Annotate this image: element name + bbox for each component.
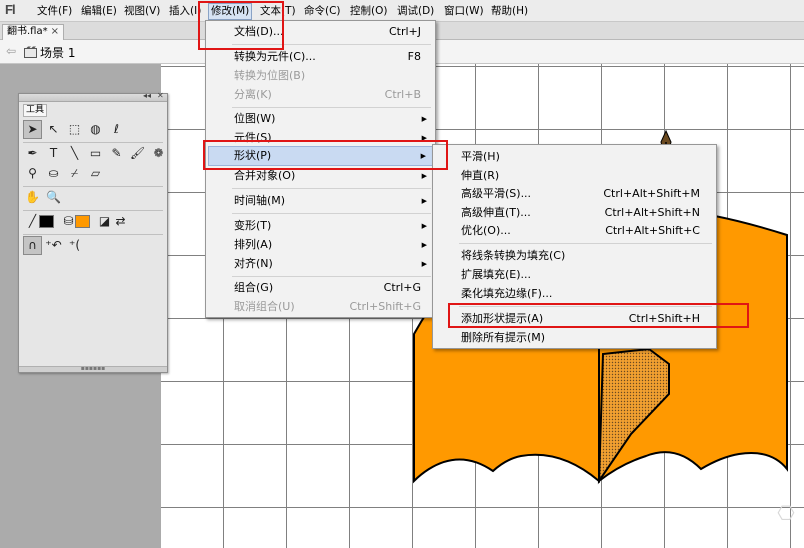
lasso-tool-icon[interactable]: ℓ — [107, 120, 126, 139]
menu-item-remove-all-hints[interactable]: 删除所有提示(M) — [461, 329, 700, 347]
swap-colors-icon[interactable]: ⇄ — [111, 212, 130, 231]
menu-item-break-apart[interactable]: 分离(K) Ctrl+B — [234, 86, 421, 104]
menu-item-expand-fill[interactable]: 扩展填充(E)... — [461, 266, 700, 284]
menu-item-smooth[interactable]: 平滑(H) — [461, 148, 700, 166]
tools-panel-header[interactable]: ◂◂ ✕ — [19, 91, 167, 102]
snap-to-objects-icon[interactable]: ∩ — [23, 236, 42, 255]
selection-tool-icon[interactable]: ➤ — [23, 120, 42, 139]
menu-item-soften-fill-edges[interactable]: 柔化填充边缘(F)... — [461, 285, 700, 303]
menu-item-add-shape-hint[interactable]: 添加形状提示(A) Ctrl+Shift+H — [461, 310, 700, 328]
eraser-tool-icon[interactable]: ▱ — [86, 164, 105, 183]
flash-logo: Fl — [5, 2, 16, 17]
smooth-icon[interactable]: ⁺↶ — [44, 236, 63, 255]
menu-item-document[interactable]: 文档(D)... Ctrl+J — [234, 23, 421, 41]
free-transform-tool-icon[interactable]: ⬚ — [65, 120, 84, 139]
hand-tool-icon[interactable]: ✋ — [23, 188, 42, 207]
menu-file[interactable]: 文件(F) — [37, 3, 72, 20]
menu-control[interactable]: 控制(O) — [350, 3, 387, 20]
text-tool-icon[interactable]: T — [44, 144, 63, 163]
line-tool-icon[interactable]: ╲ — [65, 144, 84, 163]
back-arrow-icon[interactable]: ⇦ — [6, 44, 16, 58]
eyedropper-tool-icon[interactable]: ⌿ — [65, 164, 84, 183]
resize-grip-icon[interactable]: ▪▪▪▪▪▪ — [19, 366, 167, 372]
shape-submenu: 平滑(H) 伸直(R) 高级平滑(S)... Ctrl+Alt+Shift+M 高… — [432, 144, 717, 349]
menu-item-combine-objects[interactable]: 合并对象(O) ▶ — [234, 167, 427, 185]
close-icon[interactable]: ✕ — [157, 91, 164, 100]
menu-item-timeline[interactable]: 时间轴(M) ▶ — [234, 192, 427, 210]
menu-item-align[interactable]: 对齐(N) ▶ — [234, 255, 427, 273]
watermark-icon: ⎔ — [777, 501, 795, 525]
document-tab-label: 翻书.fla* — [7, 26, 48, 37]
collapse-icon[interactable]: ◂◂ — [143, 91, 151, 100]
scene-label[interactable]: 场景 1 — [40, 44, 75, 61]
menu-item-transform[interactable]: 变形(T) ▶ — [234, 217, 427, 235]
menu-window[interactable]: 窗口(W) — [444, 3, 484, 20]
menu-item-convert-to-symbol[interactable]: 转换为元件(C)... F8 — [234, 48, 421, 66]
pen-tool-icon[interactable]: ✒ — [23, 144, 42, 163]
brush-tool-icon[interactable]: 🖌 — [128, 144, 147, 163]
menu-item-optimize[interactable]: 优化(O)... Ctrl+Alt+Shift+C — [461, 222, 700, 240]
subselection-tool-icon[interactable]: ↖ — [44, 120, 63, 139]
menu-item-symbol[interactable]: 元件(S) ▶ — [234, 129, 427, 147]
menu-item-bitmap[interactable]: 位图(W) ▶ — [234, 110, 427, 128]
straighten-icon[interactable]: ⁺( — [65, 236, 84, 255]
fill-color-swatch[interactable] — [75, 212, 91, 231]
menu-debug[interactable]: 调试(D) — [397, 3, 434, 20]
deco-tool-icon[interactable]: ❁ — [149, 144, 168, 163]
menu-item-shape[interactable]: 形状(P) ▶ — [208, 146, 433, 166]
menu-modify[interactable]: 修改(M) — [208, 3, 253, 20]
menu-item-convert-lines-to-fills[interactable]: 将线条转换为填充(C) — [461, 247, 700, 265]
zoom-tool-icon[interactable]: 🔍 — [44, 188, 63, 207]
menu-insert[interactable]: 插入(I) — [169, 3, 201, 20]
rectangle-tool-icon[interactable]: ▭ — [86, 144, 105, 163]
menu-item-group[interactable]: 组合(G) Ctrl+G — [234, 279, 421, 297]
scene-icon — [24, 46, 37, 58]
bone-tool-icon[interactable]: ⚲ — [23, 164, 42, 183]
menu-item-straighten[interactable]: 伸直(R) — [461, 167, 700, 185]
stroke-color-swatch[interactable] — [39, 212, 55, 231]
paint-bucket-tool-icon[interactable]: ⛀ — [44, 164, 63, 183]
modify-menu: 文档(D)... Ctrl+J 转换为元件(C)... F8 转换为位图(B) 分离… — [205, 20, 436, 318]
close-icon[interactable]: × — [51, 25, 59, 39]
menu-item-ungroup[interactable]: 取消组合(U) Ctrl+Shift+G — [234, 298, 421, 316]
menu-text[interactable]: 文本(T) — [260, 3, 296, 20]
3d-rotation-tool-icon[interactable]: ◍ — [86, 120, 105, 139]
menu-item-advanced-smooth[interactable]: 高级平滑(S)... Ctrl+Alt+Shift+M — [461, 185, 700, 203]
menu-help[interactable]: 帮助(H) — [491, 3, 528, 20]
tools-panel-title: 工具 — [23, 104, 47, 117]
menu-edit[interactable]: 编辑(E) — [81, 3, 117, 20]
menu-bar: Fl 文件(F) 编辑(E) 视图(V) 插入(I) 修改(M) 文本(T) 命… — [0, 0, 804, 22]
menu-commands[interactable]: 命令(C) — [304, 3, 341, 20]
menu-item-convert-to-bitmap[interactable]: 转换为位图(B) — [234, 67, 421, 85]
tools-panel[interactable]: ◂◂ ✕ 工具 ➤ ↖ ⬚ ◍ ℓ ✒ T ╲ ▭ ✎ 🖌 ❁ ⚲ ⛀ ⌿ ▱ … — [18, 91, 168, 373]
document-tab[interactable]: 翻书.fla* × — [2, 24, 64, 40]
pencil-tool-icon[interactable]: ✎ — [107, 144, 126, 163]
menu-item-advanced-straighten[interactable]: 高级伸直(T)... Ctrl+Alt+Shift+N — [461, 204, 700, 222]
menu-view[interactable]: 视图(V) — [124, 3, 160, 20]
menu-item-arrange[interactable]: 排列(A) ▶ — [234, 236, 427, 254]
